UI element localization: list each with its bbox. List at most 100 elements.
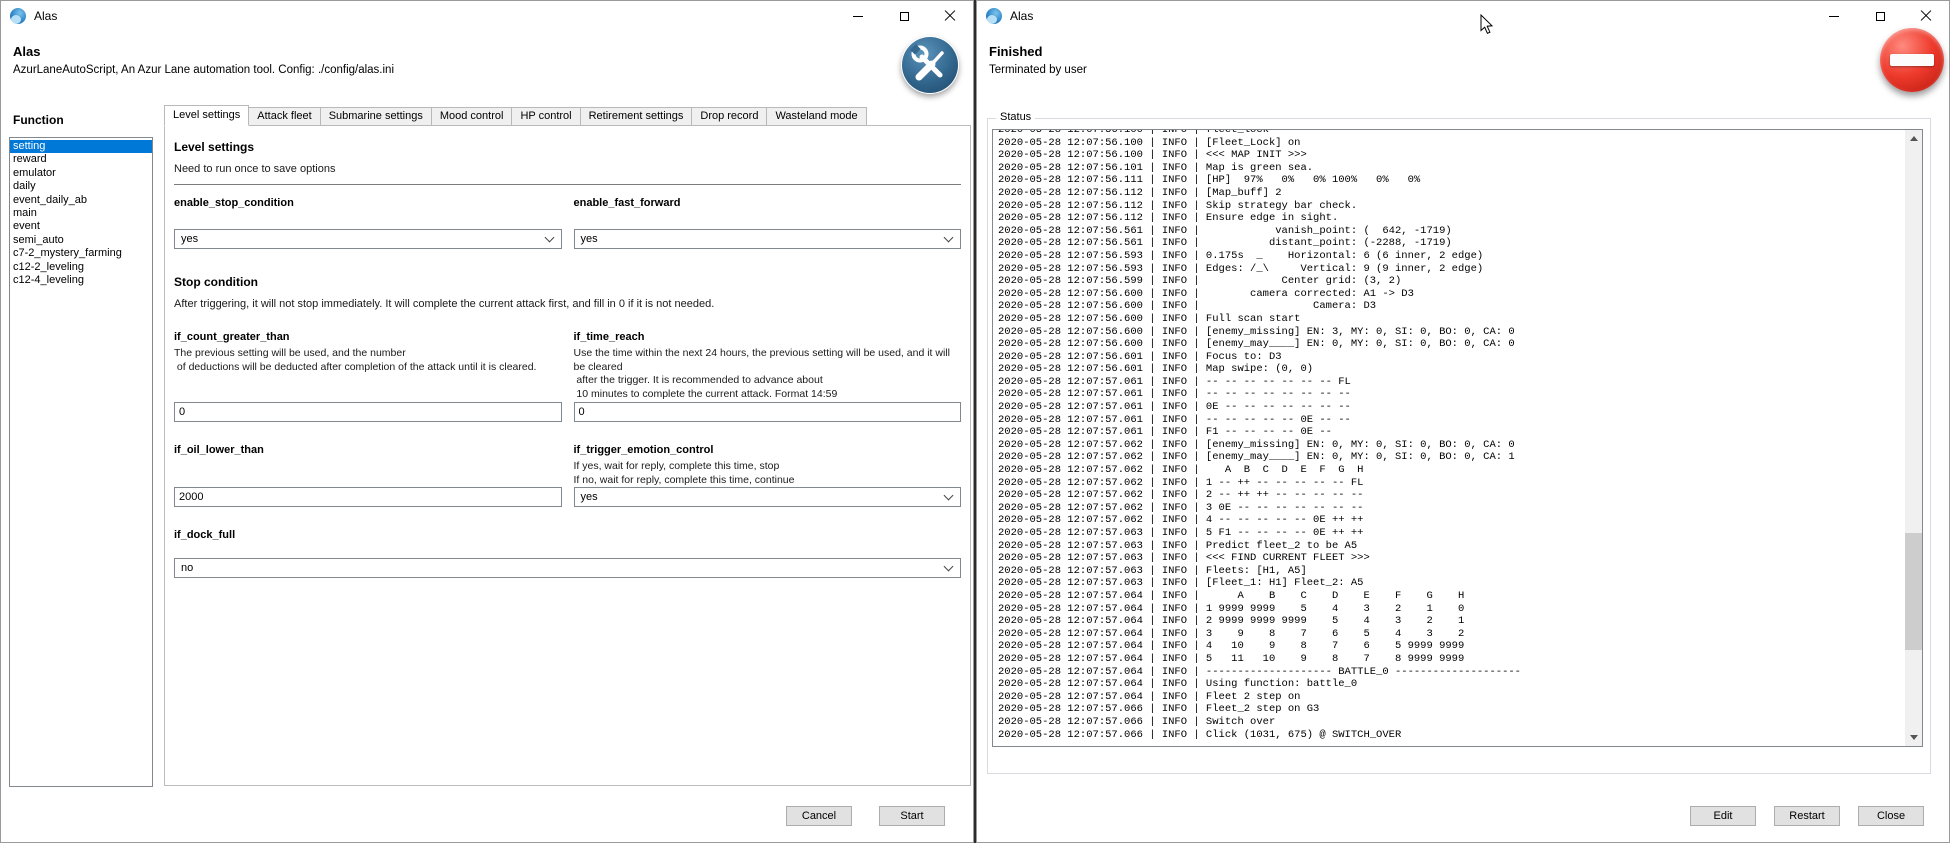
- log-line: 2020-05-28 12:07:57.061 | INFO | F1 -- -…: [998, 426, 1922, 439]
- form-row: if_dock_full no: [174, 529, 961, 578]
- log-line: 2020-05-28 12:07:56.100 | INFO | [Fleet_…: [998, 137, 1922, 150]
- section-heading: Level settings: [174, 140, 961, 154]
- log-line: 2020-05-28 12:07:56.101 | INFO | Map is …: [998, 162, 1922, 175]
- sidebar-item[interactable]: event: [10, 220, 152, 233]
- left-footer: Cancel Start: [786, 806, 945, 826]
- if-trigger-emotion-control-label: if_trigger_emotion_control: [574, 444, 962, 456]
- if-count-greater-than-input[interactable]: [174, 402, 562, 422]
- window-controls: [835, 1, 973, 31]
- tab[interactable]: Drop record: [691, 107, 767, 126]
- chevron-down-icon: [544, 233, 554, 243]
- titlebar[interactable]: Alas: [1, 1, 973, 31]
- form-row: if_oil_lower_than if_trigger_emotion_con…: [174, 444, 961, 507]
- log-line: 2020-05-28 12:07:56.593 | INFO | Edges: …: [998, 263, 1922, 276]
- log-line: 2020-05-28 12:07:56.600 | INFO | [enemy_…: [998, 338, 1922, 351]
- log-line: 2020-05-28 12:07:57.064 | INFO | Fleet 2…: [998, 691, 1922, 704]
- divider: [174, 184, 961, 185]
- sidebar-item[interactable]: event_daily_ab: [10, 194, 152, 207]
- tab[interactable]: Attack fleet: [248, 107, 320, 126]
- maximize-button[interactable]: [1857, 1, 1903, 31]
- log-line: 2020-05-28 12:07:56.600 | INFO | camera …: [998, 288, 1922, 301]
- chevron-down-icon: [944, 233, 954, 243]
- log-line: 2020-05-28 12:07:56.600 | INFO | Camera:…: [998, 300, 1922, 313]
- log-line: 2020-05-28 12:07:56.593 | INFO | 0.175s …: [998, 250, 1922, 263]
- alas-log-window: Alas Finished Terminated by user Status …: [976, 0, 1950, 843]
- log-line: 2020-05-28 12:07:56.599 | INFO | Center …: [998, 275, 1922, 288]
- run-status-subtitle: Terminated by user: [989, 64, 1087, 76]
- log-line: 2020-05-28 12:07:56.600 | INFO | [enemy_…: [998, 326, 1922, 339]
- if-time-reach-label: if_time_reach: [574, 331, 962, 343]
- minimize-button[interactable]: [835, 1, 881, 31]
- if-dock-full-select[interactable]: no: [174, 558, 961, 578]
- log-line: 2020-05-28 12:07:57.064 | INFO | 1 9999 …: [998, 603, 1922, 616]
- close-button[interactable]: [927, 1, 973, 31]
- alas-config-window: Alas Alas AzurLaneAutoScript, An Azur La…: [0, 0, 974, 843]
- close-icon: [944, 10, 956, 22]
- log-scrollbar[interactable]: [1905, 130, 1922, 746]
- enable-fast-forward-select[interactable]: yes: [574, 229, 962, 249]
- sidebar-item[interactable]: semi_auto: [10, 234, 152, 247]
- log-line: 2020-05-28 12:07:56.112 | INFO | [Map_bu…: [998, 187, 1922, 200]
- tab[interactable]: Level settings: [164, 105, 249, 126]
- if-time-reach-input[interactable]: [574, 402, 962, 422]
- log-line: 2020-05-28 12:07:57.064 | INFO | 4 10 9 …: [998, 640, 1922, 653]
- level-settings-pane: Level settings Need to run once to save …: [164, 125, 971, 786]
- log-line: 2020-05-28 12:07:57.063 | INFO | <<< FIN…: [998, 552, 1922, 565]
- restart-button[interactable]: Restart: [1774, 806, 1840, 826]
- page-title: Alas: [13, 44, 40, 59]
- edit-button[interactable]: Edit: [1690, 806, 1756, 826]
- log-line: 2020-05-28 12:07:57.062 | INFO | A B C D…: [998, 464, 1922, 477]
- sidebar-item[interactable]: setting: [10, 140, 152, 153]
- log-line: 2020-05-28 12:07:56.600 | INFO | Full sc…: [998, 313, 1922, 326]
- enable-stop-condition-select[interactable]: yes: [174, 229, 562, 249]
- titlebar[interactable]: Alas: [977, 1, 1949, 31]
- sidebar-item[interactable]: main: [10, 207, 152, 220]
- maximize-button[interactable]: [881, 1, 927, 31]
- log-line: 2020-05-28 12:07:57.062 | INFO | 2 -- ++…: [998, 489, 1922, 502]
- tab[interactable]: Retirement settings: [580, 107, 693, 126]
- scrollbar-thumb[interactable]: [1905, 533, 1922, 650]
- scroll-up-button[interactable]: [1905, 130, 1922, 147]
- maximize-icon: [900, 12, 909, 21]
- enable-stop-condition-label: enable_stop_condition: [174, 197, 562, 209]
- log-line: 2020-05-28 12:07:57.062 | INFO | 4 -- --…: [998, 514, 1922, 527]
- function-list[interactable]: settingrewardemulatordailyevent_daily_ab…: [9, 137, 153, 787]
- close-button[interactable]: [1903, 1, 1949, 31]
- sidebar-item[interactable]: c12-4_leveling: [10, 274, 152, 287]
- if-trigger-emotion-control-select[interactable]: yes: [574, 487, 962, 507]
- sidebar-item[interactable]: daily: [10, 180, 152, 193]
- run-status-title: Finished: [989, 44, 1042, 59]
- log-line: 2020-05-28 12:07:57.062 | INFO | [enemy_…: [998, 439, 1922, 452]
- cancel-button[interactable]: Cancel: [786, 806, 852, 826]
- sidebar-item[interactable]: reward: [10, 153, 152, 166]
- log-line: 2020-05-28 12:07:57.063 | INFO | 5 F1 --…: [998, 527, 1922, 540]
- minimize-icon: [853, 16, 863, 17]
- stop-condition-desc: After triggering, it will not stop immed…: [174, 298, 961, 310]
- log-line: 2020-05-28 12:07:56.601 | INFO | Focus t…: [998, 351, 1922, 364]
- combo-value: yes: [181, 233, 198, 245]
- combo-value: yes: [581, 233, 598, 245]
- if-oil-lower-than-input[interactable]: [174, 487, 562, 507]
- tab[interactable]: Submarine settings: [320, 107, 432, 126]
- minimize-icon: [1829, 16, 1839, 17]
- sidebar-item[interactable]: c7-2_mystery_farming: [10, 247, 152, 260]
- enable-fast-forward-label: enable_fast_forward: [574, 197, 962, 209]
- log-line: 2020-05-28 12:07:56.100 | INFO | <<< MAP…: [998, 149, 1922, 162]
- tab[interactable]: HP control: [511, 107, 580, 126]
- if-time-reach-help: Use the time within the next 24 hours, t…: [574, 347, 962, 401]
- log-line: 2020-05-28 12:07:57.062 | INFO | 1 -- ++…: [998, 477, 1922, 490]
- alas-logo-icon: [986, 8, 1002, 24]
- alas-logo-icon: [10, 8, 26, 24]
- scroll-down-button[interactable]: [1905, 729, 1922, 746]
- if-count-greater-than-help: The previous setting will be used, and t…: [174, 347, 562, 374]
- start-button[interactable]: Start: [879, 806, 945, 826]
- close-run-button[interactable]: Close: [1858, 806, 1924, 826]
- sidebar-item[interactable]: c12-2_leveling: [10, 261, 152, 274]
- log-line: 2020-05-28 12:07:57.062 | INFO | 3 0E --…: [998, 502, 1922, 515]
- log-output[interactable]: 2020-05-28 12:07:56.100 | INFO | fleet_l…: [992, 129, 1923, 747]
- minimize-button[interactable]: [1811, 1, 1857, 31]
- sidebar-item[interactable]: emulator: [10, 167, 152, 180]
- tab[interactable]: Mood control: [431, 107, 513, 126]
- stop-condition-heading: Stop condition: [174, 275, 961, 289]
- tab[interactable]: Wasteland mode: [766, 107, 866, 126]
